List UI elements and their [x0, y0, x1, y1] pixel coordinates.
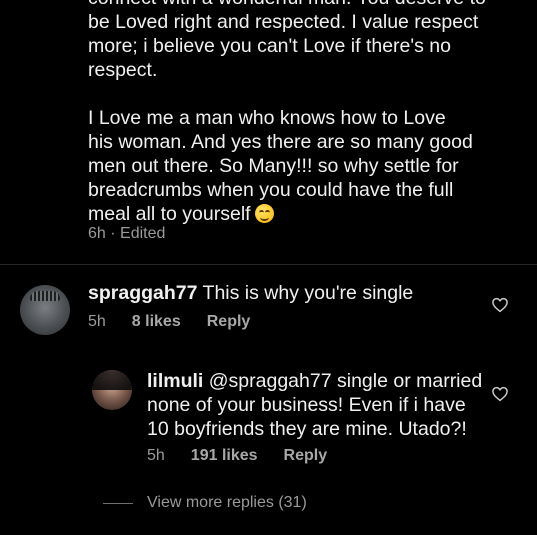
reply-time: 5h: [147, 447, 165, 464]
comment-time: 5h: [88, 313, 106, 330]
username-spraggah77[interactable]: spraggah77: [88, 282, 197, 304]
likes-count[interactable]: 8 likes: [132, 313, 181, 331]
comment-text: This is why you're single: [202, 282, 414, 304]
reply-actions: 5h 191 likes Reply: [147, 447, 327, 465]
smiling-face-emoji-icon: [254, 204, 274, 223]
parent-comment-meta: 6h · Edited: [88, 225, 165, 243]
likes-count[interactable]: 191 likes: [191, 447, 258, 465]
comment-spraggah77: spraggah77 This is why you're single: [88, 281, 508, 305]
parent-comment: connect with a wonderful man. You deserv…: [88, 0, 508, 226]
view-more-replies-button[interactable]: View more replies (31): [147, 494, 307, 512]
reply-button[interactable]: Reply: [284, 447, 328, 465]
edited-label: Edited: [120, 225, 166, 242]
comment-paragraph-1: connect with a wonderful man. You deserv…: [88, 0, 486, 81]
comment-paragraph-2-text: I Love me a man who knows how to Love hi…: [88, 107, 473, 225]
reply-lilmuli: lilmuli @spraggah77 single or married no…: [147, 369, 487, 441]
username-lilmuli[interactable]: lilmuli: [147, 370, 203, 392]
reply-button[interactable]: Reply: [207, 313, 251, 331]
view-more-line: [103, 503, 133, 504]
meta-separator: ·: [110, 225, 116, 242]
avatar-lilmuli[interactable]: [92, 370, 132, 410]
avatar-spraggah77[interactable]: [20, 285, 70, 335]
comment-time: 6h: [88, 225, 106, 242]
comment-actions: 5h 8 likes Reply: [88, 313, 250, 331]
comment-paragraph-2: I Love me a man who knows how to Love hi…: [88, 106, 508, 226]
heart-icon[interactable]: [491, 296, 509, 314]
divider: [0, 264, 537, 265]
heart-icon[interactable]: [491, 385, 509, 403]
